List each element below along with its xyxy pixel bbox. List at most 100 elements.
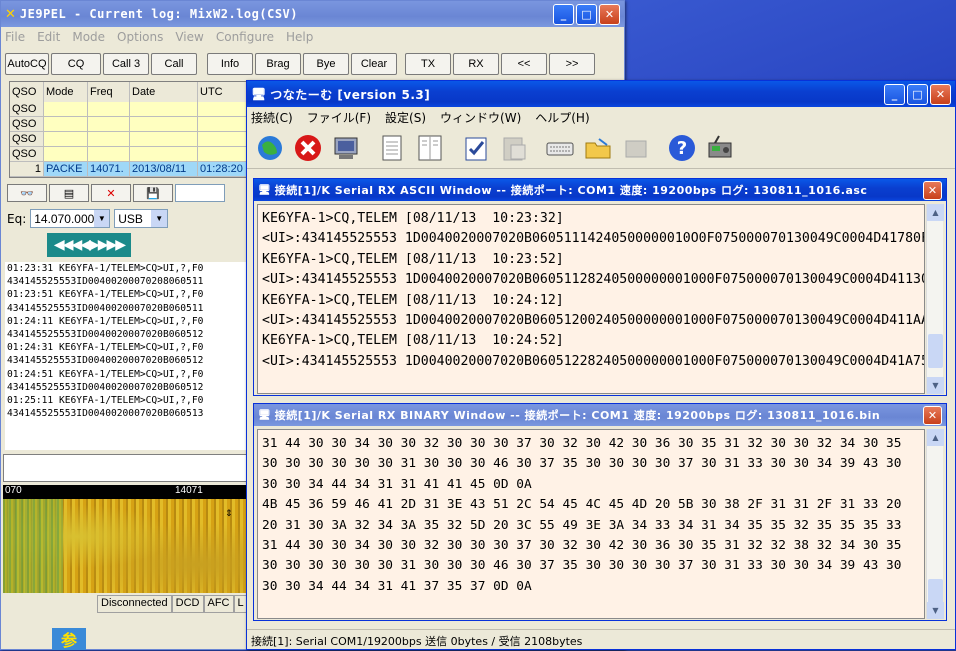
menu-help[interactable]: ヘルプ(H) — [535, 109, 589, 126]
binary-scrollbar[interactable]: ▲ ▼ — [926, 429, 944, 619]
table-row[interactable]: QSO — [10, 132, 248, 147]
call3-button[interactable]: Call 3 — [103, 53, 149, 75]
menu-options[interactable]: Options — [117, 30, 163, 44]
close-icon[interactable]: ✕ — [930, 83, 951, 105]
disconnect-icon[interactable] — [291, 131, 325, 165]
app-icon: ✕ — [5, 6, 16, 22]
ascii-text-area[interactable]: KE6YFA-1>CQ,TELEM [08/11/13 10:23:32] <UI… — [257, 204, 925, 394]
maximize-icon[interactable]: □ — [907, 83, 928, 105]
menu-mode[interactable]: Mode — [72, 30, 105, 44]
window-title: つなたーむ [version 5.3] — [270, 87, 431, 102]
ascii-scrollbar[interactable]: ▲ ▼ — [926, 204, 944, 394]
table-row-selected[interactable]: 1 PACKE 14071. 2013/08/11 01:28:20 — [10, 162, 248, 177]
mixw-titlebar[interactable]: ✕ JE9PEL - Current log: MixW2.log(CSV) _… — [1, 1, 624, 27]
frequency-scale: 070 14071 — [3, 485, 247, 499]
ascii-rx-window: 🖥 接続[1]/K Serial RX ASCII Window -- 接続ポー… — [253, 178, 947, 396]
col-qso[interactable]: QSO — [10, 82, 44, 102]
folder-icon[interactable] — [581, 131, 615, 165]
save-icon[interactable]: 💾 — [133, 184, 173, 202]
menu-settings[interactable]: 設定(S) — [385, 109, 426, 126]
document-icon[interactable] — [375, 131, 409, 165]
connection-status: Disconnected — [97, 595, 172, 613]
close-icon[interactable]: ✕ — [923, 180, 942, 200]
desktop-app-icon[interactable]: 参 — [52, 628, 86, 650]
radio-device-icon[interactable] — [703, 131, 737, 165]
grid-header: QSO Mode Freq Date UTC — [10, 82, 248, 102]
transmit-input[interactable] — [3, 454, 247, 482]
minimize-icon[interactable]: _ — [553, 3, 574, 25]
autocq-button[interactable]: AutoCQ — [5, 53, 49, 75]
callsign-input[interactable] — [175, 184, 225, 202]
info-button[interactable]: Info — [207, 53, 253, 75]
toolbar: ? — [247, 127, 955, 169]
binary-text-area[interactable]: 31 44 30 30 34 30 30 32 30 30 30 37 30 3… — [257, 429, 925, 619]
prev-button[interactable]: << — [501, 53, 547, 75]
col-date[interactable]: Date — [130, 82, 198, 102]
brag-button[interactable]: Brag — [255, 53, 301, 75]
maximize-icon[interactable]: □ — [576, 3, 597, 25]
tx-button[interactable]: TX — [405, 53, 451, 75]
rx-button[interactable]: RX — [453, 53, 499, 75]
frequency-row: Eq: 14.070.000 ▼ USB ▼ — [7, 209, 169, 228]
menu-bar: File Edit Mode Options View Configure He… — [1, 27, 624, 47]
mode-select[interactable]: USB ▼ — [114, 209, 169, 228]
col-mode[interactable]: Mode — [44, 82, 88, 102]
ascii-titlebar[interactable]: 🖥 接続[1]/K Serial RX ASCII Window -- 接続ポー… — [254, 179, 946, 201]
col-utc[interactable]: UTC — [198, 82, 248, 102]
clear-button[interactable]: Clear — [351, 53, 397, 75]
call-button[interactable]: Call — [151, 53, 197, 75]
window-title: JE9PEL - Current log: MixW2.log(CSV) — [19, 7, 298, 21]
menu-view[interactable]: View — [175, 30, 203, 44]
paste-disabled-icon — [497, 131, 531, 165]
window-icon: 🖥 — [258, 184, 271, 196]
close-icon[interactable]: ✕ — [923, 405, 942, 425]
cq-button[interactable]: CQ — [51, 53, 101, 75]
scroll-down-icon[interactable]: ▼ — [927, 377, 944, 394]
delete-icon[interactable]: ✕ — [91, 184, 131, 202]
scroll-up-icon[interactable]: ▲ — [927, 204, 944, 221]
terminal-settings-icon[interactable] — [329, 131, 363, 165]
afc-indicator[interactable]: AFC — [203, 595, 234, 613]
binary-titlebar[interactable]: 🖥 接続[1]/K Serial RX BINARY Window -- 接続ポ… — [254, 404, 946, 426]
ascii-window-title: 接続[1]/K Serial RX ASCII Window -- 接続ポート:… — [274, 184, 868, 197]
status-bar: Disconnected DCD AFC L — [1, 595, 251, 613]
dcd-indicator: DCD — [171, 595, 204, 613]
binary-rx-window: 🖥 接続[1]/K Serial RX BINARY Window -- 接続ポ… — [253, 403, 947, 621]
table-row[interactable]: QSO — [10, 147, 248, 162]
menu-window[interactable]: ウィンドウ(W) — [440, 109, 521, 126]
binoculars-icon[interactable]: 👓 — [7, 184, 47, 202]
menu-connect[interactable]: 接続(C) — [251, 109, 293, 126]
connect-icon[interactable] — [253, 131, 287, 165]
scroll-down-icon[interactable]: ▼ — [927, 602, 944, 619]
binary-window-title: 接続[1]/K Serial RX BINARY Window -- 接続ポート… — [274, 409, 881, 422]
chevron-down-icon[interactable]: ▼ — [151, 210, 168, 227]
col-freq[interactable]: Freq — [88, 82, 130, 102]
menu-configure[interactable]: Configure — [216, 30, 274, 44]
next-button[interactable]: >> — [549, 53, 595, 75]
tunaterm-titlebar[interactable]: 🖥 つなたーむ [version 5.3] _ □ ✕ — [247, 81, 955, 107]
menu-edit[interactable]: Edit — [37, 30, 60, 44]
form-icon[interactable]: ▤ — [49, 184, 89, 202]
table-row[interactable]: QSO — [10, 102, 248, 117]
bye-button[interactable]: Bye — [303, 53, 349, 75]
menu-file[interactable]: ファイル(F) — [307, 109, 371, 126]
waterfall-display[interactable] — [3, 499, 247, 593]
help-icon[interactable]: ? — [665, 131, 699, 165]
chevron-down-icon[interactable]: ▼ — [94, 210, 110, 227]
minimize-icon[interactable]: _ — [884, 83, 905, 105]
macro-button-row: AutoCQ CQ Call 3 Call Info Brag Bye Clea… — [5, 53, 595, 75]
table-row[interactable]: QSO — [10, 117, 248, 132]
receive-log-text[interactable]: 01:23:31 KE6YFA-1/TELEM>CQ>UI,?,F0 434145… — [5, 262, 247, 450]
close-icon[interactable]: ✕ — [599, 3, 620, 25]
freq-label: Eq: — [7, 211, 27, 226]
scroll-thumb[interactable] — [928, 334, 943, 368]
menu-help[interactable]: Help — [286, 30, 313, 44]
tuning-arrows[interactable]: ◀◀◀◀▶▶▶▶ — [47, 233, 131, 257]
edit-check-icon[interactable] — [459, 131, 493, 165]
keyboard-icon[interactable] — [543, 131, 577, 165]
frequency-select[interactable]: 14.070.000 ▼ — [30, 209, 111, 228]
scroll-up-icon[interactable]: ▲ — [927, 429, 944, 446]
split-view-icon[interactable] — [413, 131, 447, 165]
menu-file[interactable]: File — [5, 30, 25, 44]
tuning-marker-icon[interactable]: ⇕ — [225, 509, 233, 519]
